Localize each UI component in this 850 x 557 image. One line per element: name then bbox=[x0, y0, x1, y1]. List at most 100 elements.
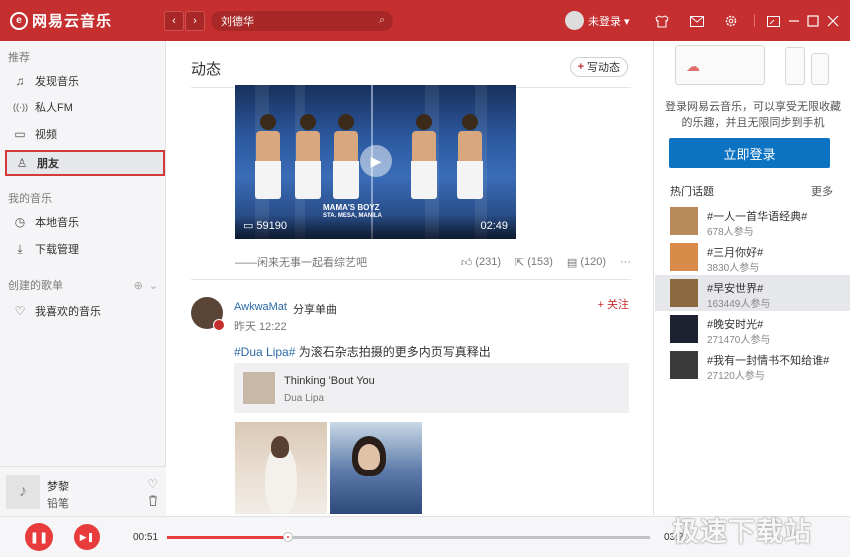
post-time: 昨天 12:22 bbox=[234, 321, 287, 333]
topic-name[interactable]: #我有一封情书不知给谁# bbox=[707, 352, 829, 368]
gear-icon[interactable] bbox=[722, 12, 740, 30]
more-button[interactable]: ··· bbox=[620, 256, 631, 268]
radio-icon: ((·)) bbox=[13, 102, 28, 112]
topic-item[interactable]: #晚安时光# 271470人参与 bbox=[655, 311, 850, 347]
post-action: 分享单曲 bbox=[292, 304, 337, 316]
sidebar-item-friends[interactable]: ♙ 朋友 bbox=[5, 150, 165, 176]
sidebar-item-label: 本地音乐 bbox=[35, 217, 79, 229]
more-link[interactable]: 更多 bbox=[811, 183, 833, 199]
topic-count: 3830人参与 bbox=[707, 263, 760, 274]
back-button[interactable]: ‹ bbox=[164, 11, 184, 31]
user-login[interactable]: 未登录 ▾ bbox=[565, 11, 630, 30]
video-player[interactable]: MAMA'S BOYZ STA. MESA, MANILA ▶ ▭ 59190 … bbox=[235, 85, 516, 239]
section-my-music: 我的音乐 bbox=[8, 193, 52, 205]
app-logo[interactable]: e 网易云音乐 bbox=[10, 10, 112, 31]
topic-item[interactable]: #早安世界# 163449人参与 bbox=[655, 275, 850, 311]
video-duration: 02:49 bbox=[480, 220, 508, 232]
sidebar-item-video[interactable]: ▭ 视频 bbox=[5, 121, 165, 147]
login-button[interactable]: 立即登录 bbox=[669, 138, 830, 168]
view-count: ▭ 59190 bbox=[243, 219, 287, 233]
current-time: 00:51 bbox=[133, 532, 159, 543]
topic-tag-link[interactable]: #Dua Lipa# bbox=[234, 345, 295, 359]
post-author[interactable]: AwkwaMat bbox=[234, 301, 287, 317]
song-artist[interactable]: Dua Lipa bbox=[284, 393, 324, 404]
topic-item[interactable]: #三月你好# 3830人参与 bbox=[655, 239, 850, 275]
like-icon[interactable]: ♡ bbox=[147, 477, 158, 491]
topic-name[interactable]: #三月你好# bbox=[707, 244, 763, 260]
add-playlist-icon[interactable]: ⊕ bbox=[134, 279, 143, 292]
topic-count: 163449人参与 bbox=[707, 299, 771, 310]
post-photo[interactable] bbox=[330, 422, 422, 514]
video-icon: ▭ bbox=[14, 127, 26, 141]
follow-button[interactable]: + 关注 bbox=[598, 296, 629, 312]
share-button[interactable]: ⇱ (153) bbox=[515, 256, 553, 269]
sidebar-item-liked-music[interactable]: ♡ 我喜欢的音乐 bbox=[5, 298, 165, 324]
sidebar-item-label: 朋友 bbox=[37, 158, 59, 170]
post-author-line: AwkwaMat 分享单曲 bbox=[234, 301, 337, 317]
badge-icon bbox=[213, 319, 225, 331]
forward-button[interactable]: › bbox=[185, 11, 205, 31]
topic-item[interactable]: #我有一封情书不知给谁# 27120人参与 bbox=[655, 347, 850, 383]
avatar[interactable] bbox=[565, 11, 584, 30]
play-icon[interactable]: ▶ bbox=[360, 145, 392, 177]
topic-thumbnail[interactable] bbox=[670, 315, 698, 343]
album-cover[interactable]: ♪ bbox=[6, 475, 40, 509]
sidebar-item-downloads[interactable]: ⤓ 下载管理 bbox=[5, 236, 165, 262]
search-icon[interactable]: ⌕ bbox=[379, 14, 385, 27]
trash-icon[interactable] bbox=[148, 495, 158, 509]
thumbs-up-icon: 👍︎ bbox=[460, 256, 473, 269]
heart-icon: ♡ bbox=[14, 304, 26, 318]
search-box[interactable]: ⌕ bbox=[211, 11, 393, 31]
topic-thumbnail[interactable] bbox=[670, 279, 698, 307]
now-playing-title[interactable]: 梦黎 bbox=[47, 478, 69, 494]
topic-count: 271470人参与 bbox=[707, 335, 771, 346]
progress-bar[interactable] bbox=[167, 532, 650, 542]
close-icon[interactable] bbox=[824, 12, 842, 30]
song-title[interactable]: Thinking 'Bout You bbox=[284, 375, 375, 387]
mini-mode-icon[interactable] bbox=[764, 12, 782, 30]
topic-item[interactable]: #一人一首华语经典# 678人参与 bbox=[655, 203, 850, 239]
app-title: 网易云音乐 bbox=[32, 13, 113, 30]
search-input[interactable] bbox=[221, 14, 371, 28]
main-feed: 动态 + 写动态 MAMA'S BOYZ STA. MESA, MANILA ▶… bbox=[167, 41, 654, 516]
login-status[interactable]: 未登录 ▾ bbox=[588, 13, 630, 29]
sidebar-item-discover[interactable]: ♫ 发现音乐 bbox=[5, 68, 165, 94]
mail-icon[interactable] bbox=[688, 12, 706, 30]
like-button[interactable]: 👍︎ (231) bbox=[461, 256, 501, 269]
now-playing-artist[interactable]: 铅笔 bbox=[47, 495, 69, 511]
topic-name[interactable]: #早安世界# bbox=[707, 280, 763, 296]
comment-button[interactable]: ▤ (120) bbox=[567, 256, 606, 269]
plus-icon: + bbox=[577, 61, 584, 73]
next-button[interactable]: ▶❚ bbox=[74, 524, 100, 550]
video-figure bbox=[411, 114, 437, 209]
topic-thumbnail[interactable] bbox=[670, 351, 698, 379]
avatar[interactable] bbox=[191, 297, 225, 331]
sidebar-item-local-music[interactable]: ◷ 本地音乐 bbox=[5, 209, 165, 235]
write-post-button[interactable]: + 写动态 bbox=[569, 57, 628, 77]
shirt-icon[interactable] bbox=[653, 12, 671, 30]
write-post-label: 写动态 bbox=[587, 62, 620, 74]
maximize-icon[interactable] bbox=[804, 12, 822, 30]
post-photo[interactable] bbox=[235, 422, 327, 514]
topic-name[interactable]: #一人一首华语经典# bbox=[707, 208, 807, 224]
sidebar-item-fm[interactable]: ((·)) 私人FM bbox=[5, 94, 165, 120]
divider bbox=[754, 14, 755, 27]
chevron-down-icon[interactable]: ⌄ bbox=[149, 279, 158, 292]
video-figure bbox=[255, 114, 281, 209]
divider bbox=[191, 279, 631, 280]
right-panel: ☁ 登录网易云音乐，可以享受无限收藏的乐趣，并且无限同步到手机 立即登录 热门话… bbox=[655, 41, 850, 516]
album-cover[interactable] bbox=[243, 372, 275, 404]
download-icon: ⤓ bbox=[17, 241, 23, 256]
pause-button[interactable]: ❚❚ bbox=[25, 523, 53, 551]
progress-knob[interactable] bbox=[283, 532, 293, 542]
topic-name[interactable]: #晚安时光# bbox=[707, 316, 763, 332]
minimize-icon[interactable] bbox=[785, 12, 803, 30]
devices-illustration: ☁ bbox=[675, 45, 835, 93]
hot-topics-header: 热门话题 更多 bbox=[670, 183, 833, 199]
topic-thumbnail[interactable] bbox=[670, 243, 698, 271]
topic-thumbnail[interactable] bbox=[670, 207, 698, 235]
cloud-icon: ☁ bbox=[686, 58, 700, 74]
shared-song-card[interactable]: Thinking 'Bout You Dua Lipa bbox=[234, 363, 629, 413]
local-music-icon: ◷ bbox=[14, 215, 26, 229]
now-playing-panel[interactable]: ♪ 梦黎 铅笔 ♡ bbox=[0, 466, 166, 516]
